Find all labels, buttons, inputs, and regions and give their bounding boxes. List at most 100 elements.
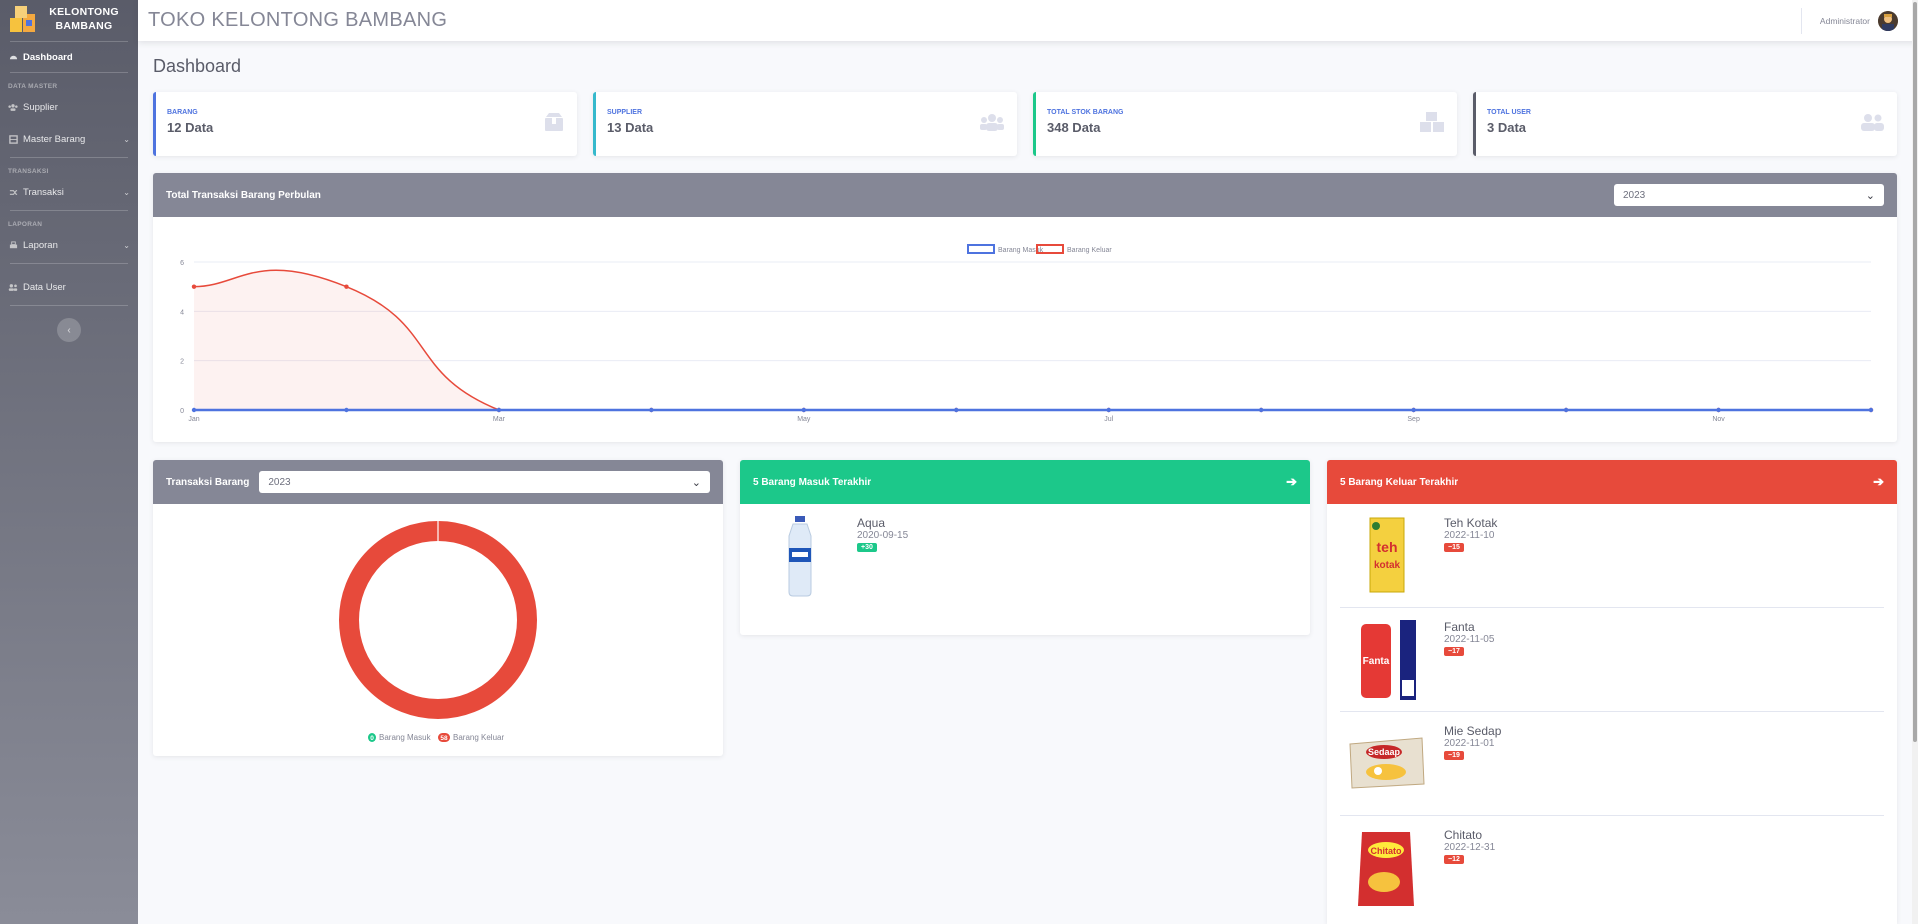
- item-date: 2020-09-15: [857, 530, 909, 541]
- stat-card-total-user: TOTAL USER 3 Data: [1473, 92, 1897, 156]
- product-image-mie-sedap: Sedaap: [1348, 722, 1428, 806]
- y-tick-label: 2: [180, 359, 184, 366]
- sidebar-item-supplier[interactable]: Supplier: [0, 92, 138, 122]
- arrow-right-icon[interactable]: ➔: [1286, 474, 1297, 490]
- data-point[interactable]: [954, 407, 959, 413]
- list-item[interactable]: Chitato Chitato 2022-12-31 −12: [1340, 816, 1884, 920]
- donut-slice-barang-keluar[interactable]: [339, 521, 537, 719]
- donut-year-select-value: 2023: [268, 476, 291, 488]
- qty-badge: −19: [1444, 751, 1464, 760]
- store-title: TOKO KELONTONG BAMBANG: [148, 9, 448, 31]
- chevron-down-icon: ⌄: [691, 476, 701, 489]
- user-name[interactable]: Administrator: [1820, 16, 1870, 26]
- data-point[interactable]: [801, 407, 807, 413]
- sidebar: KELONTONG BAMBANG Dashboard DATA MASTER …: [0, 0, 138, 924]
- donut-chart-header: Transaksi Barang 2023 ⌄: [153, 460, 723, 504]
- users-icon: [979, 111, 1005, 133]
- brand-name: KELONTONG BAMBANG: [49, 6, 119, 32]
- data-point[interactable]: [1106, 407, 1111, 413]
- line-chart-title: Total Transaksi Barang Perbulan: [166, 189, 321, 201]
- brand[interactable]: KELONTONG BAMBANG: [0, 0, 138, 38]
- stat-label: TOTAL USER: [1487, 109, 1531, 116]
- stat-card-barang: BARANG 12 Data: [153, 92, 577, 156]
- legend-badge-value: 0: [370, 735, 374, 742]
- svg-text:Sedaap: Sedaap: [1368, 747, 1401, 757]
- product-image-aqua: [761, 514, 841, 598]
- barang-keluar-header: 5 Barang Keluar Terakhir ➔: [1327, 460, 1897, 504]
- stat-value: 12 Data: [167, 120, 214, 135]
- chevron-down-icon: ⌄: [123, 240, 130, 250]
- stat-label: BARANG: [167, 109, 198, 116]
- page-scrollbar[interactable]: [1912, 0, 1918, 924]
- x-tick-label: Mar: [493, 416, 506, 423]
- list-item[interactable]: Fanta Fanta 2022-11-05 −17: [1340, 608, 1884, 712]
- data-point[interactable]: [344, 284, 349, 289]
- product-image-chitato: Chitato: [1348, 826, 1428, 910]
- data-point[interactable]: [1868, 407, 1874, 413]
- store-logo-icon: [8, 4, 38, 34]
- print-icon: [8, 240, 18, 250]
- data-point[interactable]: [649, 407, 654, 413]
- user-friends-icon: [1859, 111, 1885, 133]
- y-tick-label: 6: [180, 260, 184, 267]
- svg-text:kotak: kotak: [1374, 560, 1401, 571]
- svg-text:teh: teh: [1377, 539, 1398, 555]
- x-tick-label: Jan: [188, 416, 199, 423]
- data-point[interactable]: [1411, 407, 1416, 413]
- item-date: 2022-11-05: [1444, 634, 1495, 645]
- data-point[interactable]: [191, 407, 197, 413]
- data-point[interactable]: [1716, 407, 1721, 413]
- item-date: 2022-11-10: [1444, 530, 1495, 541]
- series-area-barang-keluar: [194, 270, 1871, 410]
- barang-masuk-title: 5 Barang Masuk Terakhir: [753, 476, 872, 488]
- sidebar-toggle-button[interactable]: ‹: [57, 318, 81, 342]
- data-point[interactable]: [191, 284, 197, 289]
- x-tick-label: May: [797, 416, 811, 423]
- year-select-value: 2023: [1623, 189, 1646, 201]
- user-friends-icon: [8, 282, 18, 292]
- sidebar-item-transaksi[interactable]: Transaksi ⌄: [0, 177, 138, 207]
- svg-text:Fanta: Fanta: [1363, 656, 1390, 667]
- qty-badge: +30: [857, 543, 877, 552]
- item-date: 2022-11-01: [1444, 738, 1495, 749]
- list-item[interactable]: Sedaap Mie Sedap 2022-11-01 −19: [1340, 712, 1884, 816]
- sidebar-item-master-barang[interactable]: Master Barang ⌄: [0, 124, 138, 154]
- stat-label: SUPPLIER: [607, 109, 643, 116]
- donut-chart-card: Transaksi Barang 2023 ⌄ 0 Barang Masuk 58 B…: [153, 460, 723, 756]
- line-chart: 0246Jan Mar May Jul Sep NovBarang Masuk Barang…: [180, 244, 1874, 423]
- item-name: Chitato: [1444, 828, 1483, 842]
- data-point[interactable]: [1563, 407, 1569, 413]
- avatar[interactable]: [1878, 10, 1898, 31]
- list-item[interactable]: Aqua 2020-09-15 +30: [753, 504, 1297, 608]
- chevron-down-icon: ⌄: [123, 134, 130, 144]
- item-name: Mie Sedap: [1444, 724, 1502, 738]
- arrow-right-icon[interactable]: ➔: [1873, 474, 1884, 490]
- stat-value: 13 Data: [607, 120, 654, 135]
- topbar: TOKO KELONTONG BAMBANG Administrator: [138, 0, 1918, 41]
- line-chart-header: Total Transaksi Barang Perbulan 2023 ⌄: [153, 173, 1897, 217]
- users-icon: [8, 102, 18, 112]
- stat-label: TOTAL STOK BARANG: [1047, 109, 1124, 116]
- sidebar-item-dashboard[interactable]: Dashboard: [0, 42, 138, 72]
- item-name: Teh Kotak: [1444, 516, 1498, 530]
- donut-year-select[interactable]: 2023 ⌄: [259, 471, 710, 493]
- stat-card-total-stok: TOTAL STOK BARANG 348 Data: [1033, 92, 1457, 156]
- list-item[interactable]: teh kotak Teh Kotak 2022-11-10 −15: [1340, 504, 1884, 608]
- donut-chart: 0 Barang Masuk 58 Barang Keluar: [339, 521, 537, 742]
- year-select[interactable]: 2023 ⌄: [1614, 184, 1884, 206]
- data-point[interactable]: [344, 407, 349, 413]
- data-point[interactable]: [496, 407, 502, 413]
- barang-keluar-card: 5 Barang Keluar Terakhir ➔ teh kotak Teh…: [1327, 460, 1897, 924]
- table-icon: [8, 134, 18, 144]
- qty-badge: −17: [1444, 647, 1464, 656]
- product-image-fanta: Fanta: [1348, 618, 1428, 702]
- sidebar-item-data-user[interactable]: Data User: [0, 272, 138, 302]
- chevron-down-icon: ⌄: [123, 187, 130, 197]
- svg-text:Chitato: Chitato: [1371, 846, 1402, 856]
- x-tick-label: Sep: [1407, 416, 1420, 423]
- sidebar-item-laporan[interactable]: Laporan ⌄: [0, 230, 138, 260]
- x-tick-label: Jul: [1104, 416, 1113, 423]
- topbar-divider: [1800, 7, 1802, 34]
- legend-label: Barang Keluar: [453, 733, 504, 742]
- data-point[interactable]: [1258, 407, 1264, 413]
